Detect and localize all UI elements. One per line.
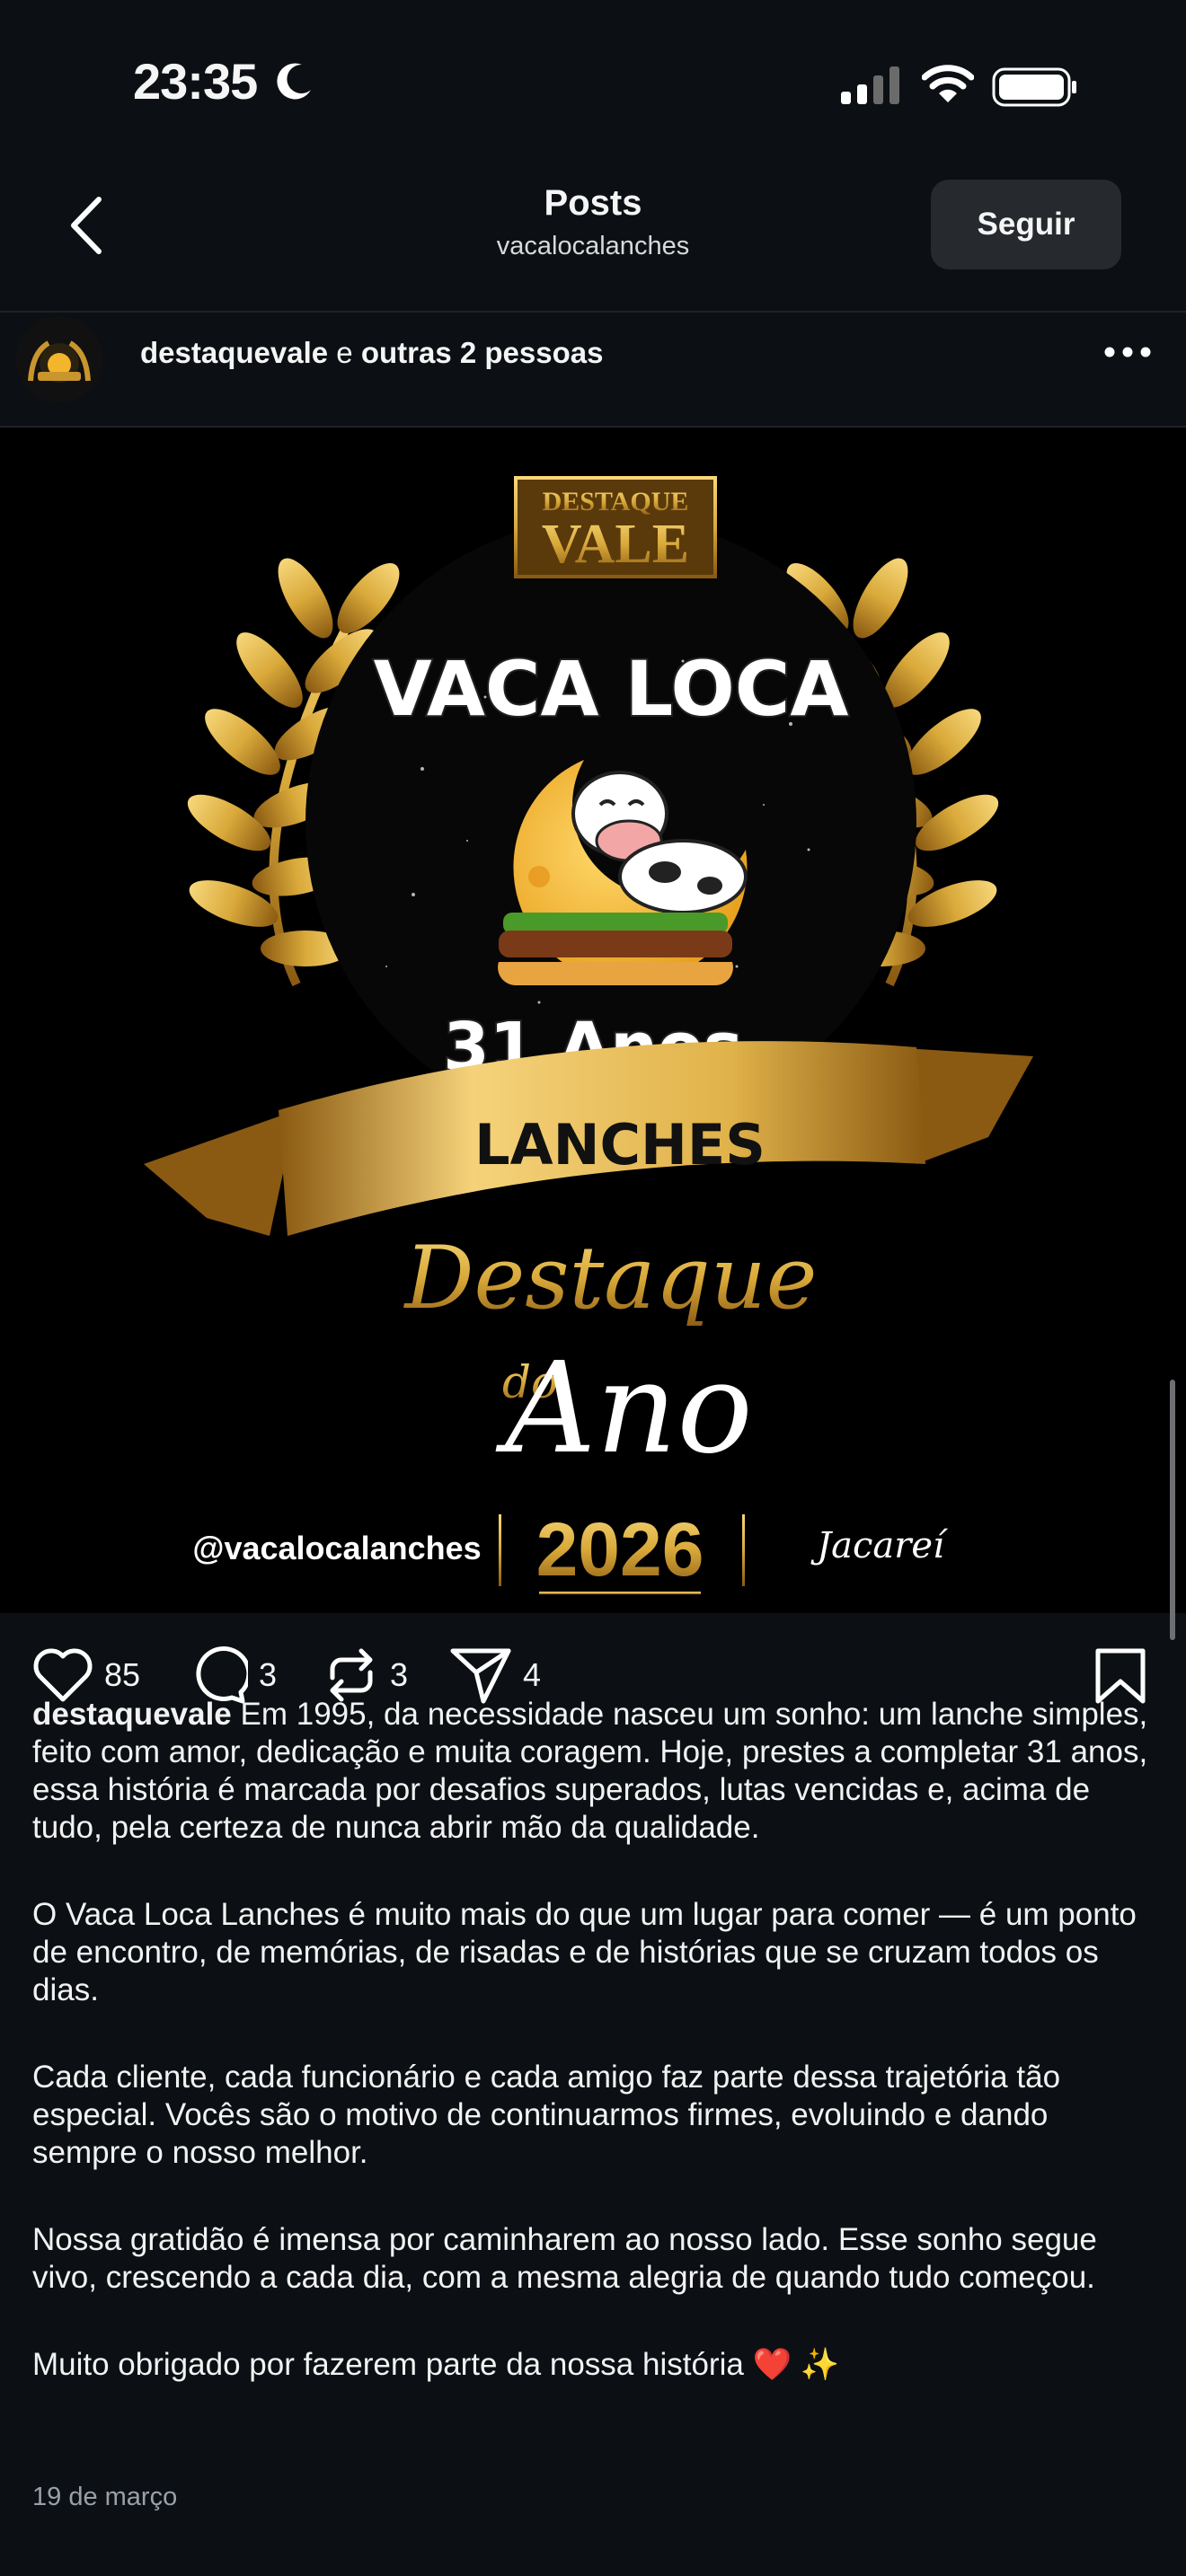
- post-caption: destaquevale Em 1995, da necessidade nas…: [32, 1696, 1155, 2433]
- moon-icon: [277, 63, 311, 100]
- share-count: 4: [523, 1656, 542, 1693]
- status-time: 23:35: [133, 53, 258, 110]
- follow-button[interactable]: Seguir: [931, 180, 1121, 269]
- caption-paragraph-3: Cada cliente, cada funcionário e cada am…: [32, 2060, 1061, 2170]
- image-city-text: Jacareí: [810, 1525, 949, 1566]
- post-authors[interactable]: destaquevale e outras 2 pessoas: [140, 336, 603, 370]
- battery-icon: [992, 67, 1076, 107]
- avatar[interactable]: [16, 316, 102, 402]
- heart-icon: [33, 1648, 93, 1702]
- caption-paragraph-4: Nossa gratidão é imensa por caminharem a…: [32, 2222, 1097, 2295]
- award-line1-text: Destaque: [403, 1228, 818, 1328]
- caption-paragraph-5: Muito obrigado por fazerem parte da noss…: [32, 2347, 840, 2382]
- header-divider: [0, 311, 1186, 313]
- caption-username[interactable]: destaquevale: [32, 1697, 232, 1732]
- author-joiner: e: [328, 336, 361, 369]
- image-year-text: 2026: [536, 1507, 704, 1592]
- award-line2-text: Ano: [495, 1336, 753, 1482]
- cellular-signal-icon: [841, 66, 899, 104]
- scrollbar[interactable]: [1170, 1380, 1175, 1640]
- wifi-icon: [922, 65, 974, 102]
- caption-paragraph-2: O Vaca Loca Lanches é muito mais do que …: [32, 1897, 1137, 2007]
- brand-text: VACA LOCA: [374, 645, 849, 733]
- image-handle-text: @vacalocalanches: [192, 1530, 481, 1566]
- avatar-image: [16, 316, 102, 402]
- post-image-artwork: DESTAQUE VALE VACA LOCA 31 Anos LANCHES …: [0, 428, 1186, 1613]
- ribbon-text: LANCHES: [474, 1112, 766, 1178]
- badge-top-text: DESTAQUE: [543, 487, 689, 516]
- more-horizontal-icon[interactable]: [1103, 343, 1152, 361]
- coauthors-link[interactable]: outras 2 pessoas: [361, 336, 604, 369]
- repost-count: 3: [390, 1656, 409, 1693]
- comment-count: 3: [259, 1656, 278, 1693]
- like-count: 85: [104, 1656, 141, 1693]
- author-username[interactable]: destaquevale: [140, 336, 328, 369]
- badge-main-text: VALE: [542, 514, 689, 575]
- post-date: 19 de março: [32, 2483, 178, 2511]
- post-image[interactable]: DESTAQUE VALE VACA LOCA 31 Anos LANCHES …: [0, 428, 1186, 1613]
